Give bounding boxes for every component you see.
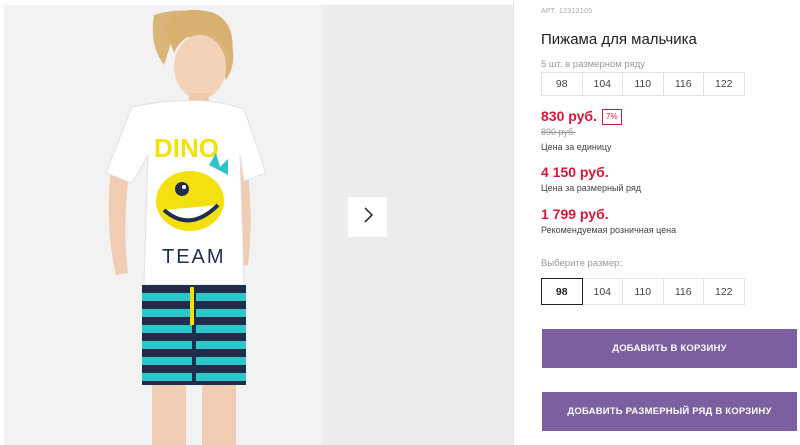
pack-size-104: 104 xyxy=(581,72,623,96)
old-price: 890 руб. xyxy=(541,127,576,137)
column-divider xyxy=(513,0,514,445)
size-option-122[interactable]: 122 xyxy=(703,278,745,305)
chevron-right-icon xyxy=(362,206,374,229)
next-image-button[interactable] xyxy=(348,197,387,237)
size-selector: 98 104 110 116 122 xyxy=(541,278,745,305)
add-pack-to-cart-button[interactable]: ДОБАВИТЬ РАЗМЕРНЫЙ РЯД В КОРЗИНУ xyxy=(542,392,797,431)
pack-size-122: 122 xyxy=(703,72,745,96)
product-title: Пижама для мальчика xyxy=(541,31,697,48)
product-photo[interactable]: DINO TEAM xyxy=(4,5,322,445)
pack-size-98: 98 xyxy=(541,72,583,96)
size-option-116[interactable]: 116 xyxy=(662,278,704,305)
unit-price-caption: Цена за единицу xyxy=(541,142,612,152)
pack-label: 5 шт. в размерном ряду xyxy=(541,59,646,70)
pack-size-110: 110 xyxy=(622,72,664,96)
pack-price-caption: Цена за размерный ряд xyxy=(541,183,642,193)
product-gallery: DINO TEAM xyxy=(0,0,513,445)
unit-price: 830 руб. xyxy=(541,108,597,124)
product-sku: АРТ. 12312105 xyxy=(541,8,593,15)
pack-size-list: 98 104 110 116 122 xyxy=(541,72,745,96)
add-to-cart-button[interactable]: ДОБАВИТЬ В КОРЗИНУ xyxy=(542,329,797,368)
retail-price: 1 799 руб. xyxy=(541,206,609,222)
size-option-98[interactable]: 98 xyxy=(541,278,583,305)
pack-price: 4 150 руб. xyxy=(541,164,609,180)
pack-size-116: 116 xyxy=(662,72,704,96)
size-option-104[interactable]: 104 xyxy=(581,278,623,305)
product-photo-illustration: DINO TEAM xyxy=(4,5,322,445)
retail-price-caption: Рекомендуемая розничная цена xyxy=(541,225,677,235)
size-option-110[interactable]: 110 xyxy=(622,278,664,305)
discount-badge: 7% xyxy=(602,109,622,125)
product-info: АРТ. 12312105 Пижама для мальчика 5 шт. … xyxy=(541,0,800,445)
print-text-top: DINO xyxy=(154,133,219,163)
size-select-label: Выберите размер: xyxy=(541,258,623,269)
print-text-bottom: TEAM xyxy=(162,246,226,268)
